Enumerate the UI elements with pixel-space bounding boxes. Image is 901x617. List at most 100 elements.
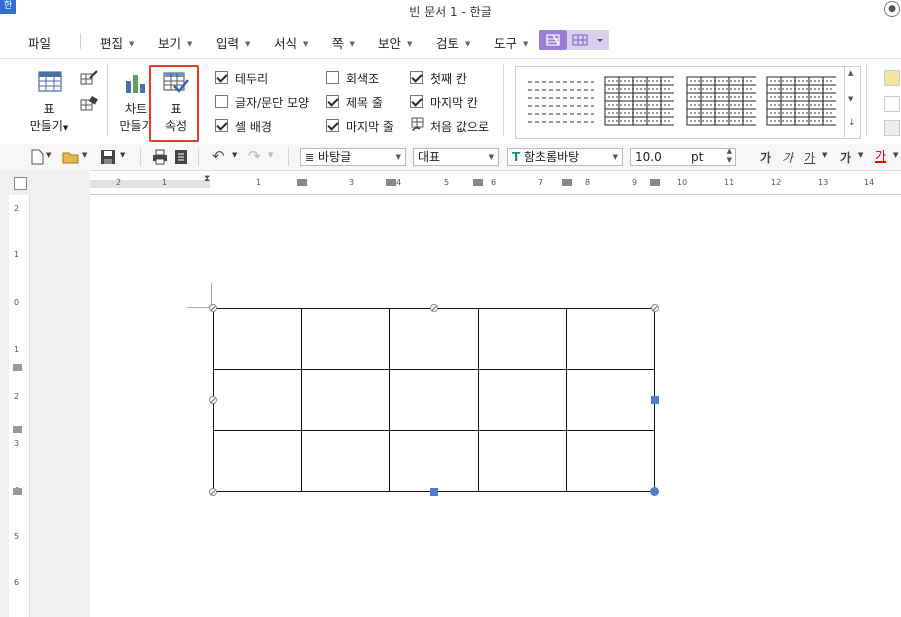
menu-review[interactable]: 검토 ▼ — [436, 33, 470, 52]
chevron-down-icon[interactable]: ▼ — [120, 151, 125, 159]
last-row-checkbox[interactable] — [326, 119, 339, 132]
chevron-down-icon[interactable]: ▼ — [268, 151, 273, 159]
chevron-down-icon[interactable]: ▼ — [82, 151, 87, 159]
font-color-button[interactable]: 가 — [875, 147, 886, 164]
table-cell[interactable] — [565, 308, 656, 370]
cell-fill-icon[interactable] — [884, 120, 900, 136]
menu-edit[interactable]: 편집 ▼ — [100, 33, 134, 52]
table-cell[interactable] — [389, 369, 479, 431]
table-layout-mode-button[interactable] — [567, 30, 609, 50]
table-style-dashed[interactable] — [526, 76, 596, 126]
menu-tools[interactable]: 도구 ▼ — [494, 33, 528, 52]
menu-security[interactable]: 보안 ▼ — [378, 33, 412, 52]
table-cell[interactable] — [477, 430, 567, 492]
italic-button[interactable]: 가 — [782, 149, 793, 166]
print-icon[interactable] — [152, 149, 168, 168]
resize-handle-top[interactable] — [430, 304, 438, 312]
reset-button[interactable] — [410, 117, 426, 133]
menu-file[interactable]: 파일 — [28, 33, 51, 52]
table-make-button[interactable]: 표 만들기▼ — [24, 68, 74, 136]
row-marker[interactable] — [13, 426, 22, 433]
char-para-shape-checkbox[interactable] — [215, 95, 228, 108]
chevron-down-icon[interactable]: ▼ — [232, 151, 237, 159]
table-cell[interactable] — [301, 430, 391, 492]
chevron-down-icon[interactable]: ▼ — [46, 151, 51, 159]
undo-icon[interactable]: ↶ — [212, 147, 225, 165]
user-icon[interactable]: ● — [884, 1, 900, 17]
menu-insert[interactable]: 입력 ▼ — [216, 33, 250, 52]
menu-page[interactable]: 쪽 ▼ — [332, 33, 355, 52]
row-marker[interactable] — [13, 488, 22, 495]
table-style-grid-3[interactable] — [766, 76, 836, 126]
scroll-down-icon[interactable]: ▼ — [848, 95, 853, 103]
row-marker[interactable] — [13, 364, 22, 371]
chevron-down-icon[interactable]: ▼ — [822, 151, 827, 159]
resize-handle-bottom-left[interactable] — [209, 488, 217, 496]
cell-erase-button[interactable] — [80, 95, 98, 112]
vertical-ruler[interactable] — [9, 195, 30, 617]
chevron-down-icon[interactable]: ▼ — [858, 151, 863, 159]
cell-border-icon[interactable] — [884, 96, 900, 112]
underline-button[interactable]: 가 — [804, 149, 815, 166]
menu-format[interactable]: 서식 ▼ — [274, 33, 308, 52]
table-cell[interactable] — [212, 430, 303, 492]
resize-handle-bottom-right[interactable] — [650, 487, 659, 496]
table-cell[interactable] — [389, 430, 479, 492]
indent-marker-icon[interactable]: ⧗ — [204, 174, 210, 184]
table-style-grid-2[interactable] — [686, 76, 756, 126]
new-document-icon[interactable] — [30, 149, 44, 168]
table-cell[interactable] — [301, 369, 391, 431]
app-icon[interactable]: 한 — [0, 0, 16, 14]
chevron-down-icon: ▼ — [62, 124, 69, 132]
scroll-up-icon[interactable]: ▲ — [848, 69, 853, 77]
header-row-checkbox[interactable] — [326, 95, 339, 108]
table-cell[interactable] — [565, 430, 656, 492]
resize-handle-top-right[interactable] — [651, 304, 659, 312]
document-table[interactable] — [212, 308, 656, 492]
font-size-combo[interactable]: 10.0 pt ▲ ▼ — [630, 148, 736, 166]
size-stepper-icon[interactable]: ▲ ▼ — [727, 149, 732, 165]
chevron-down-icon[interactable]: ▼ — [893, 151, 898, 159]
table-cell[interactable] — [301, 308, 391, 370]
table-cell[interactable] — [212, 369, 303, 431]
resize-handle-top-left[interactable] — [209, 304, 217, 312]
bold-button[interactable]: 가 — [760, 149, 771, 166]
menu-view[interactable]: 보기 ▼ — [158, 33, 192, 52]
grayscale-checkbox[interactable] — [326, 71, 339, 84]
ruler-corner-button[interactable] — [14, 177, 27, 190]
language-combo[interactable]: 대표 ▼ — [413, 148, 499, 166]
table-cell[interactable] — [212, 308, 303, 370]
last-column-checkbox[interactable] — [410, 95, 423, 108]
resize-handle-bottom[interactable] — [430, 488, 438, 496]
chevron-down-icon: ▼ — [349, 40, 355, 48]
reset-label[interactable]: 처음 값으로 — [430, 118, 489, 135]
save-icon[interactable] — [100, 149, 116, 168]
preview-icon[interactable] — [174, 149, 188, 168]
first-column-checkbox[interactable] — [410, 71, 423, 84]
column-marker[interactable] — [386, 179, 396, 186]
column-marker[interactable] — [297, 179, 307, 186]
chart-make-button[interactable]: 차트 만들기 — [114, 68, 154, 136]
cell-background-checkbox[interactable] — [215, 119, 228, 132]
strikethrough-button[interactable]: 가 — [840, 149, 851, 166]
table-cell[interactable] — [477, 308, 567, 370]
table-cell[interactable] — [389, 308, 479, 370]
open-folder-icon[interactable] — [62, 149, 80, 168]
resize-handle-left[interactable] — [209, 396, 217, 404]
font-combo[interactable]: T 함초롬바탕 ▼ — [507, 148, 623, 166]
style-combo[interactable]: ≣ 바탕글 ▼ — [300, 148, 406, 166]
column-marker[interactable] — [562, 179, 572, 186]
column-marker[interactable] — [650, 179, 660, 186]
table-cell[interactable] — [477, 369, 567, 431]
column-marker[interactable] — [473, 179, 483, 186]
table-cell[interactable] — [565, 369, 656, 431]
gallery-expand-icon[interactable]: ↓ — [848, 118, 856, 128]
border-checkbox[interactable] — [215, 71, 228, 84]
redo-icon[interactable]: ↷ — [248, 147, 261, 165]
cell-draw-button[interactable] — [80, 70, 98, 86]
cell-color-icon[interactable] — [884, 70, 900, 86]
gallery-scrollbar[interactable]: ▲ ▼ ↓ — [844, 66, 860, 137]
table-design-mode-button[interactable] — [539, 30, 567, 50]
table-style-grid[interactable] — [604, 76, 674, 126]
resize-handle-right[interactable] — [651, 396, 659, 404]
